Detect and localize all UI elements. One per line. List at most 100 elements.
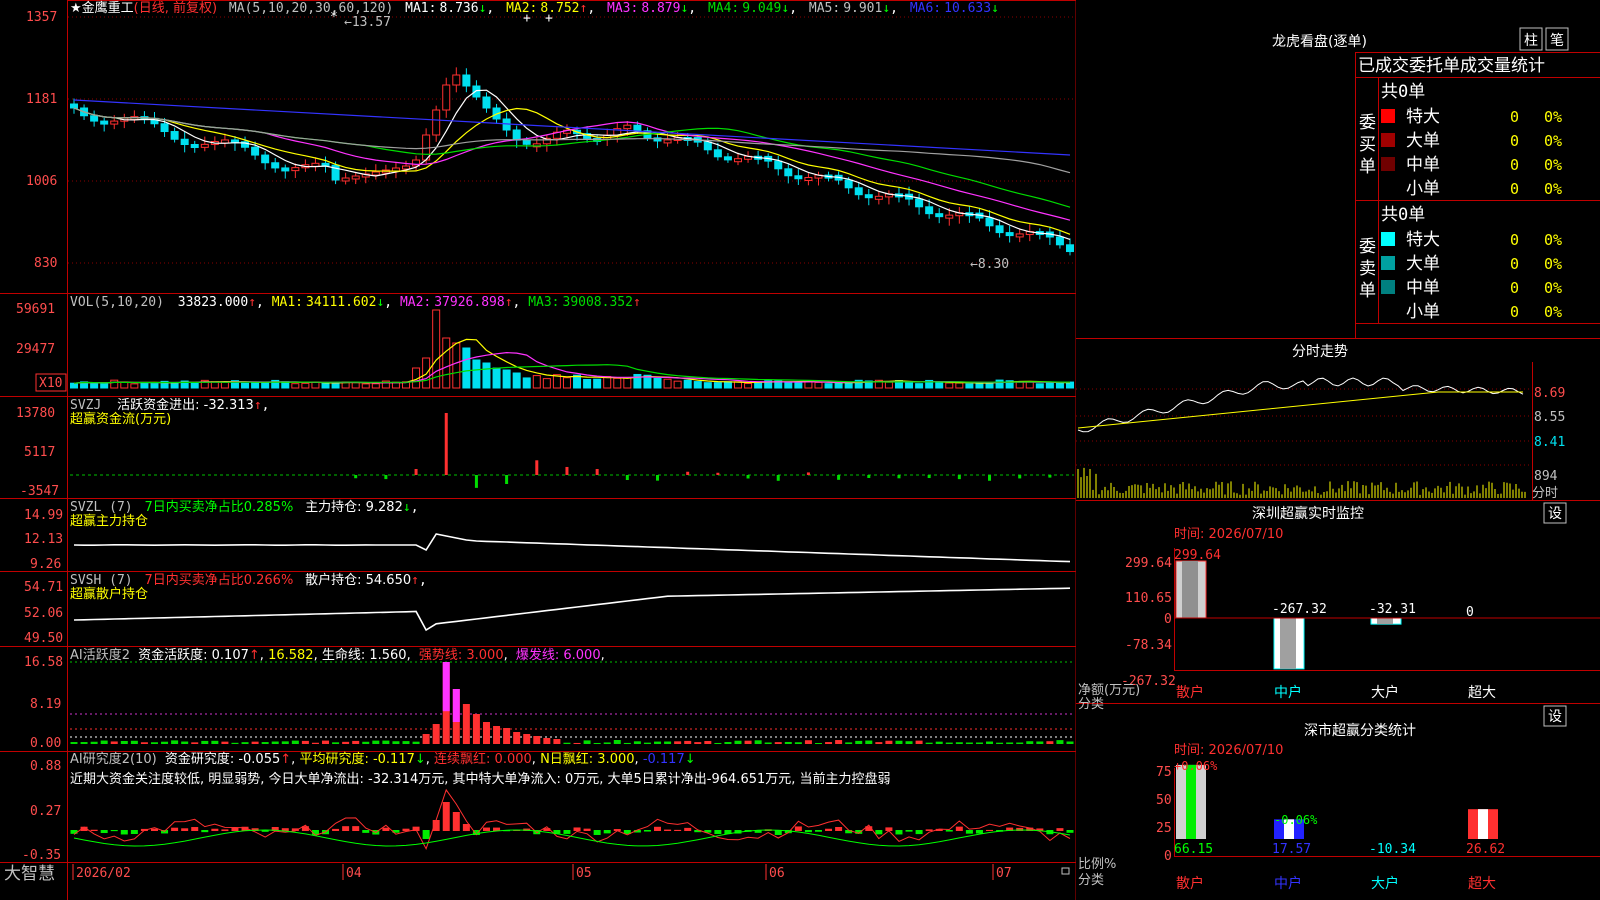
order-color-swatch	[1381, 280, 1395, 294]
volume-bar	[291, 383, 300, 389]
ai-research-bar	[1056, 828, 1064, 831]
volume-bar	[1035, 383, 1044, 389]
volume-bar	[170, 382, 179, 389]
price-tick: 830	[34, 256, 57, 271]
ai-active-bar	[181, 741, 189, 744]
svzj-bar	[897, 475, 901, 479]
ai-active-bar	[382, 740, 390, 744]
svzj-tick: -3547	[20, 484, 59, 499]
realtime-settings-button[interactable]: 设	[1543, 502, 1567, 524]
ai-research-bar	[794, 826, 802, 831]
ai-research-bar	[835, 827, 843, 831]
class-value-label: 66.15	[1174, 842, 1213, 857]
volume-ma-line	[73, 338, 1071, 384]
intraday-fenshi-label: 分时	[1532, 486, 1558, 501]
svzj-bar	[686, 471, 690, 475]
ai-research-bar	[181, 828, 189, 831]
ai-research-bar	[583, 828, 591, 831]
ai-active-bar	[1056, 740, 1064, 744]
order-size-name: 中单	[1406, 155, 1440, 175]
ai-research-bar	[925, 829, 933, 831]
main-chart-area[interactable]: 1357 1181 1006 830 ★金鹰重工(日线, 前复权) MA(5,1…	[0, 0, 1076, 900]
svsh-title: 超赢散户持仓	[70, 586, 148, 602]
candle-body	[723, 156, 732, 161]
ai-active-bar	[724, 742, 732, 744]
ai-active-bar	[865, 740, 873, 744]
ai-active-bar	[945, 742, 953, 744]
ai-active-bar	[332, 742, 340, 744]
volume-bar	[844, 381, 853, 389]
ai-active-bar	[925, 742, 933, 744]
high-price-label: ←13.57	[344, 15, 391, 30]
ai-research-bar	[100, 830, 108, 834]
ma-lines	[73, 89, 1071, 240]
candle-body	[90, 115, 99, 122]
volume-bar	[251, 382, 260, 389]
ai-active-bar	[583, 740, 591, 744]
class-bar-stripe	[1478, 809, 1488, 839]
plus-mark: +	[523, 11, 531, 26]
volume-bar	[915, 383, 924, 389]
class-stats-settings-button[interactable]: 设	[1543, 705, 1567, 727]
volume-bar	[593, 378, 602, 389]
ai-research-bar	[563, 830, 571, 834]
ai-research-header: AI研究度2(10) 资金研究度: -0.055↑, 平均研究度: -0.117…	[70, 751, 696, 767]
realtime-category: 大户	[1371, 684, 1399, 701]
ai-research-y-axis: 0.88 0.27 -0.35	[22, 759, 61, 863]
candle-body	[512, 129, 521, 141]
ai-active-bar	[221, 741, 229, 744]
svzl-tick: 14.99	[24, 508, 63, 523]
volume-bar	[502, 369, 511, 389]
svg-text:110.65: 110.65	[1125, 591, 1172, 606]
svzj-bar	[957, 475, 961, 480]
bar-mode-button[interactable]: 柱	[1519, 27, 1543, 51]
candle-body	[200, 143, 209, 148]
class-value-label: 17.57	[1272, 842, 1311, 857]
order-pct: 0%	[1544, 108, 1562, 126]
order-pct: 0%	[1544, 156, 1562, 174]
realtime-y-unit: 净额(万元)	[1078, 683, 1140, 698]
volume-bar	[70, 382, 78, 389]
volume-bar	[482, 362, 491, 389]
volume-bar	[683, 379, 692, 389]
ai-research-bar	[211, 828, 219, 831]
class-bar-stripe	[1186, 764, 1196, 839]
intraday-tick: 8.41	[1534, 435, 1565, 450]
class-category: 散户	[1176, 875, 1204, 892]
ai-active-bar	[1006, 742, 1014, 744]
volume-bar	[532, 375, 541, 389]
ai-active-bar	[1046, 741, 1054, 744]
class-category: 中户	[1274, 875, 1302, 892]
svzj-bar	[927, 475, 931, 479]
svzj-bar	[867, 475, 871, 478]
svzj-bar	[776, 475, 780, 481]
ai-active-header: AI活跃度2 资金活跃度: 0.107↑, 16.582, 生命线: 1.560…	[70, 647, 605, 663]
candle-body	[472, 85, 481, 98]
candle-body	[462, 74, 471, 87]
ai-active-bar	[462, 704, 470, 744]
ai-active-bar	[171, 740, 179, 744]
ma-line	[73, 89, 1071, 240]
svzj-bar	[505, 475, 509, 484]
realtime-value-label: -32.31	[1369, 602, 1416, 617]
ai-active-bar	[110, 741, 118, 744]
candle-body	[784, 168, 793, 177]
order-size-name: 小单	[1406, 179, 1440, 199]
right-panels: 龙虎看盘(逐单) 柱 笔 已成交委托单成交量统计 委买单 共0单 特大 0 0% 大单…	[1076, 27, 1600, 892]
order-size-name: 特大	[1406, 230, 1440, 250]
ai-active-bar	[231, 742, 239, 744]
candle-body	[432, 109, 441, 136]
svg-text:柱: 柱	[1524, 33, 1538, 49]
order-color-swatch	[1381, 157, 1395, 171]
candle-body	[1066, 244, 1074, 253]
ai-active-bar	[553, 739, 561, 744]
volume-bar	[452, 342, 461, 389]
order-count: 0	[1510, 303, 1519, 321]
realtime-value-label: 299.64	[1174, 548, 1221, 563]
stroke-mode-button[interactable]: 笔	[1545, 27, 1569, 51]
order-count: 0	[1510, 108, 1519, 126]
x-tick: 04	[346, 866, 362, 881]
ai-active-y-axis: 16.58 8.19 0.00	[24, 655, 63, 751]
svsh-line	[73, 587, 1071, 632]
volume-bar	[945, 382, 954, 389]
